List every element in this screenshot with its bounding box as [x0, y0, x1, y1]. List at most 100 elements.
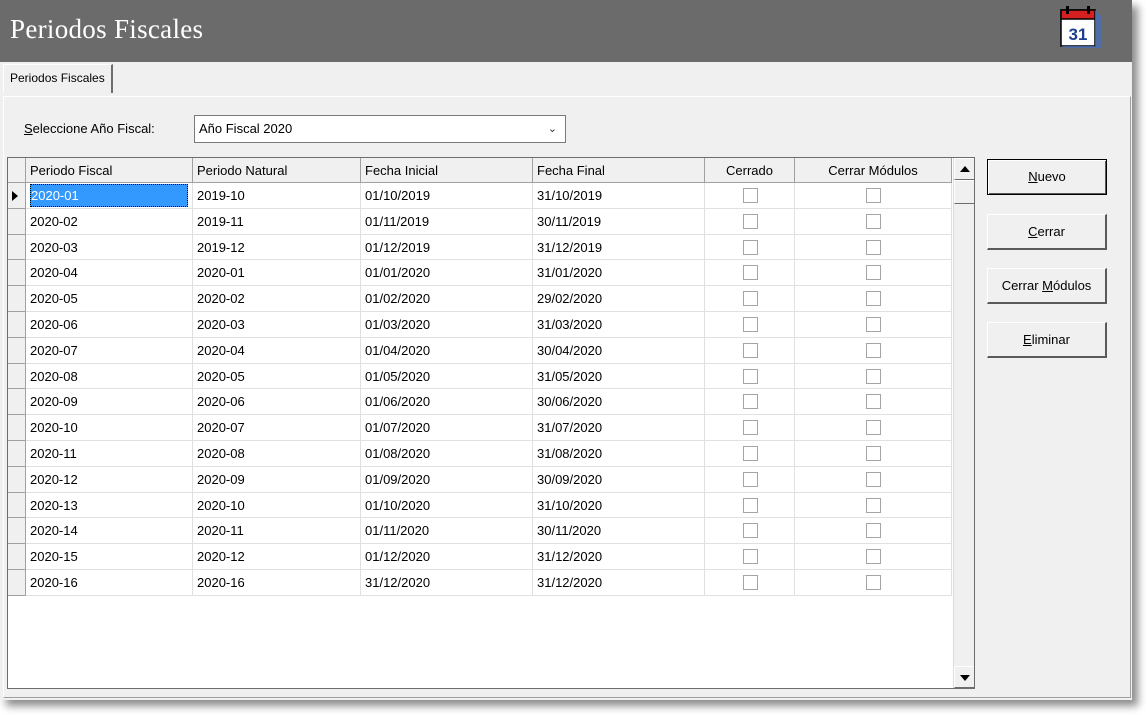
cell-fecha-inicial[interactable]: 01/12/2019 — [361, 234, 533, 261]
column-fecha-final[interactable]: Fecha Final — [533, 158, 705, 183]
column-periodo-natural[interactable]: Periodo Natural — [193, 158, 361, 183]
cell-fecha-final[interactable]: 31/12/2019 — [533, 234, 705, 261]
cell-fecha-inicial[interactable]: 01/04/2020 — [361, 337, 533, 364]
cerrar-modulos-checkbox[interactable] — [866, 523, 881, 539]
cerrado-checkbox[interactable] — [743, 420, 758, 436]
table-row[interactable]: 2020-14 2020-11 01/11/2020 30/11/2020 — [8, 518, 952, 545]
cell-fecha-inicial[interactable]: 01/03/2020 — [361, 312, 533, 338]
cell-fecha-final[interactable]: 31/10/2020 — [533, 492, 705, 519]
cell-periodo-natural[interactable]: 2020-02 — [193, 286, 361, 312]
row-indicator[interactable] — [8, 518, 26, 545]
cell-periodo-fiscal[interactable]: 2020-09 — [26, 389, 193, 416]
table-row[interactable]: 2020-02 2019-11 01/11/2019 30/11/2019 — [8, 208, 952, 235]
cell-fecha-inicial[interactable]: 01/08/2020 — [361, 441, 533, 467]
row-indicator[interactable] — [8, 260, 26, 287]
cell-periodo-natural[interactable]: 2020-03 — [193, 312, 361, 338]
row-indicator[interactable] — [8, 208, 26, 235]
cerrado-checkbox[interactable] — [743, 213, 758, 229]
row-indicator[interactable] — [8, 570, 26, 596]
cell-fecha-inicial[interactable]: 01/06/2020 — [361, 389, 533, 416]
cerrar-modulos-checkbox[interactable] — [866, 265, 881, 281]
table-row[interactable]: 2020-11 2020-08 01/08/2020 31/08/2020 — [8, 441, 952, 467]
cerrar-modulos-checkbox[interactable] — [866, 317, 881, 332]
fiscal-year-select[interactable]: Año Fiscal 2020 ⌄ — [194, 115, 566, 143]
row-indicator[interactable] — [8, 312, 26, 338]
cerrado-checkbox[interactable] — [743, 523, 758, 539]
cell-periodo-fiscal[interactable]: 2020-15 — [26, 544, 193, 570]
row-indicator[interactable] — [8, 441, 26, 467]
column-periodo-fiscal[interactable]: Periodo Fiscal — [26, 158, 193, 183]
cell-fecha-inicial[interactable]: 01/09/2020 — [361, 466, 533, 493]
column-fecha-inicial[interactable]: Fecha Inicial — [361, 158, 533, 183]
cell-periodo-natural[interactable]: 2020-10 — [193, 492, 361, 519]
table-row[interactable]: 2020-15 2020-12 01/12/2020 31/12/2020 — [8, 544, 952, 570]
table-row[interactable]: 2020-09 2020-06 01/06/2020 30/06/2020 — [8, 389, 952, 416]
cell-periodo-natural[interactable]: 2020-16 — [193, 570, 361, 596]
cell-fecha-inicial[interactable]: 01/11/2020 — [361, 518, 533, 545]
cell-periodo-natural[interactable]: 2019-11 — [193, 208, 361, 235]
cell-periodo-fiscal[interactable]: 2020-05 — [26, 286, 193, 312]
row-indicator[interactable] — [8, 286, 26, 312]
cell-periodo-natural[interactable]: 2019-10 — [193, 183, 361, 209]
nuevo-button[interactable]: Nuevo — [987, 159, 1107, 195]
cell-fecha-inicial[interactable]: 01/10/2019 — [361, 183, 533, 209]
cerrar-modulos-checkbox[interactable] — [866, 188, 881, 203]
cell-periodo-natural[interactable]: 2020-07 — [193, 415, 361, 441]
cerrado-checkbox[interactable] — [743, 188, 758, 203]
row-indicator[interactable] — [8, 363, 26, 390]
cerrar-button[interactable]: Cerrar — [987, 214, 1107, 250]
cell-fecha-final[interactable]: 30/04/2020 — [533, 337, 705, 364]
cerrar-modulos-checkbox[interactable] — [866, 239, 881, 255]
cerrado-checkbox[interactable] — [743, 497, 758, 513]
row-indicator[interactable] — [8, 415, 26, 441]
table-row[interactable]: 2020-13 2020-10 01/10/2020 31/10/2020 — [8, 492, 952, 519]
cell-fecha-final[interactable]: 30/11/2020 — [533, 518, 705, 545]
cell-fecha-final[interactable]: 31/03/2020 — [533, 312, 705, 338]
cell-fecha-final[interactable]: 30/11/2019 — [533, 208, 705, 235]
cell-periodo-fiscal[interactable]: 2020-07 — [26, 337, 193, 364]
cell-periodo-natural[interactable]: 2020-05 — [193, 363, 361, 390]
row-indicator[interactable] — [8, 492, 26, 519]
table-row[interactable]: 2020-04 2020-01 01/01/2020 31/01/2020 — [8, 260, 952, 287]
row-indicator[interactable] — [8, 337, 26, 364]
cerrar-modulos-checkbox[interactable] — [866, 342, 881, 358]
row-indicator[interactable] — [8, 389, 26, 416]
cell-periodo-fiscal[interactable]: 2020-01 — [26, 183, 193, 209]
cell-periodo-fiscal[interactable]: 2020-03 — [26, 234, 193, 261]
column-cerrado[interactable]: Cerrado — [705, 158, 795, 183]
cerrar-modulos-checkbox[interactable] — [866, 368, 881, 384]
cerrado-checkbox[interactable] — [743, 446, 758, 461]
table-row[interactable]: 2020-16 2020-16 31/12/2020 31/12/2020 — [8, 570, 952, 596]
cell-fecha-final[interactable]: 30/09/2020 — [533, 466, 705, 493]
cerrar-modulos-button[interactable]: Cerrar Módulos — [987, 268, 1107, 304]
cell-periodo-natural[interactable]: 2020-01 — [193, 260, 361, 287]
cell-fecha-final[interactable]: 30/06/2020 — [533, 389, 705, 416]
row-indicator[interactable] — [8, 544, 26, 570]
cell-periodo-fiscal[interactable]: 2020-04 — [26, 260, 193, 287]
cerrar-modulos-checkbox[interactable] — [866, 394, 881, 410]
cell-periodo-natural[interactable]: 2020-12 — [193, 544, 361, 570]
row-indicator[interactable] — [8, 183, 26, 209]
cerrar-modulos-checkbox[interactable] — [866, 497, 881, 513]
tab-periodos-fiscales[interactable]: Periodos Fiscales — [3, 64, 113, 93]
cerrar-modulos-checkbox[interactable] — [866, 446, 881, 461]
cell-fecha-inicial[interactable]: 31/12/2020 — [361, 570, 533, 596]
cerrado-checkbox[interactable] — [743, 239, 758, 255]
cell-periodo-fiscal[interactable]: 2020-16 — [26, 570, 193, 596]
cell-fecha-final[interactable]: 31/05/2020 — [533, 363, 705, 390]
row-indicator[interactable] — [8, 234, 26, 261]
cell-periodo-natural[interactable]: 2020-11 — [193, 518, 361, 545]
cell-periodo-natural[interactable]: 2019-12 — [193, 234, 361, 261]
cell-periodo-natural[interactable]: 2020-09 — [193, 466, 361, 493]
cerrar-modulos-checkbox[interactable] — [866, 420, 881, 436]
cerrado-checkbox[interactable] — [743, 317, 758, 332]
cerrado-checkbox[interactable] — [743, 368, 758, 384]
scroll-thumb[interactable] — [954, 180, 974, 204]
periods-grid[interactable]: Periodo Fiscal Periodo Natural Fecha Ini… — [7, 157, 975, 689]
column-cerrar-modulos[interactable]: Cerrar Módulos — [795, 158, 952, 183]
table-row[interactable]: 2020-12 2020-09 01/09/2020 30/09/2020 — [8, 466, 952, 493]
cell-periodo-fiscal[interactable]: 2020-14 — [26, 518, 193, 545]
cell-fecha-inicial[interactable]: 01/11/2019 — [361, 208, 533, 235]
cell-fecha-inicial[interactable]: 01/01/2020 — [361, 260, 533, 287]
table-row[interactable]: 2020-08 2020-05 01/05/2020 31/05/2020 — [8, 363, 952, 390]
